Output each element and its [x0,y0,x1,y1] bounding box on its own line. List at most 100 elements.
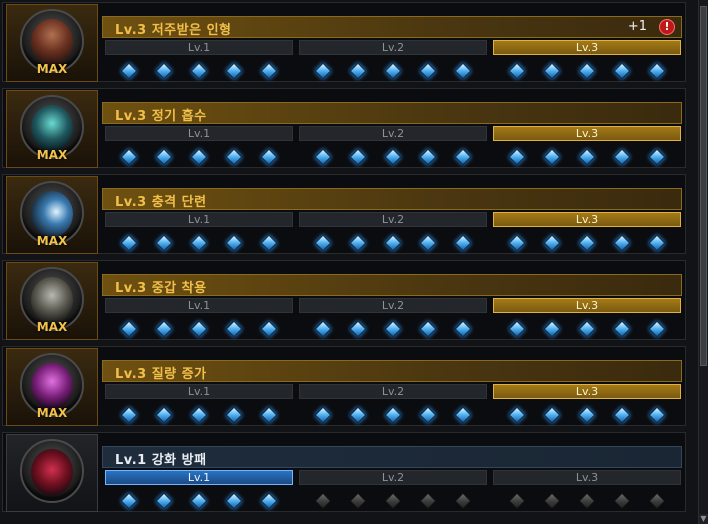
level-column[interactable]: Lv.3 [493,212,681,254]
level-label: Lv.2 [299,126,487,141]
skill-title-bar[interactable]: Lv.3 저주받은 인형 +1! [102,16,682,38]
diamond-gem-icon [155,148,173,166]
skill-row[interactable]: MAX Lv.3 저주받은 인형 +1! Lv.1 Lv.2 Lv.3 [0,0,698,88]
diamond-gem-icon [260,406,278,424]
diamond-gem-icon [613,320,631,338]
diamond-gem-icon [648,320,666,338]
locked-gem-icon [508,492,526,510]
level-label: Lv.1 [105,298,293,313]
diamond-gem-icon [260,320,278,338]
diamond-gem-icon [349,148,367,166]
diamond-gem-icon [419,406,437,424]
diamond-gem-icon [613,234,631,252]
diamond-gem-icon [190,492,208,510]
skill-title-bar[interactable]: Lv.3 정기 흡수 [102,102,682,124]
diamond-gem-icon [578,62,596,80]
diamond-gem-icon [120,320,138,338]
locked-gem-icon [543,492,561,510]
max-badge: MAX [36,62,68,76]
diamond-gem-icon [613,62,631,80]
diamond-gem-icon [155,62,173,80]
scroll-down-arrow-icon[interactable]: ▼ [699,514,708,524]
level-column[interactable]: Lv.3 [493,298,681,340]
skill-title-bar[interactable]: Lv.3 중갑 착용 [102,274,682,296]
skill-icon-frame[interactable]: MAX [6,262,98,340]
locked-gem-icon [314,492,332,510]
diamond-gem-icon [508,320,526,338]
level-column[interactable]: Lv.3 [493,384,681,426]
level-column[interactable]: Lv.2 [299,384,487,426]
reinforced-shield-portrait-icon [31,449,73,495]
skill-title-bar[interactable]: Lv.3 질량 증가 [102,360,682,382]
level-label: Lv.2 [299,212,487,227]
mass-increase-portrait-icon [31,363,73,409]
diamond-gem-icon [120,62,138,80]
alert-icon[interactable]: ! [659,19,675,35]
diamond-gem-icon [384,320,402,338]
diamond-gem-icon [314,148,332,166]
level-column[interactable]: Lv.2 [299,212,487,254]
heavy-armor-portrait-icon [31,277,73,323]
diamond-gem-icon [155,234,173,252]
skill-title: Lv.3 중갑 착용 [115,281,207,296]
diamond-gem-icon [190,320,208,338]
skill-row[interactable]: MAX Lv.3 질량 증가 Lv.1 Lv.2 Lv.3 [0,344,698,432]
skill-row[interactable]: MAX Lv.3 충격 단련 Lv.1 Lv.2 Lv.3 [0,172,698,260]
skill-row[interactable]: MAX Lv.3 정기 흡수 Lv.1 Lv.2 Lv.3 [0,86,698,174]
cursed-doll-portrait-icon [31,19,73,65]
level-label: Lv.1 [105,384,293,399]
locked-gem-icon [384,492,402,510]
skill-icon-frame[interactable]: MAX [6,90,98,168]
diamond-gem-icon [190,62,208,80]
skill-title: Lv.3 저주받은 인형 [115,23,232,38]
locked-gem-icon [349,492,367,510]
diamond-gem-icon [508,234,526,252]
level-label: Lv.2 [299,40,487,55]
diamond-gem-icon [419,320,437,338]
level-column[interactable]: Lv.1 [105,298,293,340]
level-label: Lv.2 [299,384,487,399]
level-column[interactable]: Lv.2 [299,298,487,340]
skill-title-bar[interactable]: Lv.3 충격 단련 [102,188,682,210]
skill-icon-frame[interactable] [6,434,98,512]
diamond-gem-icon [120,148,138,166]
level-column[interactable]: Lv.1 [105,470,293,512]
diamond-gem-icon [120,492,138,510]
diamond-gem-icon [454,148,472,166]
skill-icon-frame[interactable]: MAX [6,348,98,426]
level-column[interactable]: Lv.2 [299,126,487,168]
level-column[interactable]: Lv.3 [493,40,681,82]
diamond-gem-icon [578,234,596,252]
diamond-gem-icon [508,406,526,424]
skill-row[interactable]: Lv.1 강화 방패 Lv.1 Lv.2 Lv.3 [0,430,698,518]
locked-gem-icon [578,492,596,510]
level-column[interactable]: Lv.1 [105,126,293,168]
diamond-gem-icon [578,406,596,424]
level-column[interactable]: Lv.2 [299,40,487,82]
diamond-gem-icon [648,234,666,252]
diamond-gem-icon [543,320,561,338]
diamond-gem-icon [314,234,332,252]
diamond-gem-icon [648,148,666,166]
diamond-gem-icon [314,320,332,338]
level-label: Lv.3 [493,126,681,141]
level-column[interactable]: Lv.1 [105,384,293,426]
diamond-gem-icon [543,406,561,424]
skill-title-bar[interactable]: Lv.1 강화 방패 [102,446,682,468]
level-column[interactable]: Lv.3 [493,470,681,512]
diamond-gem-icon [454,62,472,80]
diamond-gem-icon [384,234,402,252]
skill-icon-frame[interactable]: MAX [6,4,98,82]
skill-row[interactable]: MAX Lv.3 중갑 착용 Lv.1 Lv.2 Lv.3 [0,258,698,346]
level-column[interactable]: Lv.1 [105,212,293,254]
level-label: Lv.1 [105,470,293,485]
max-badge: MAX [36,148,68,162]
level-column[interactable]: Lv.1 [105,40,293,82]
level-column[interactable]: Lv.3 [493,126,681,168]
locked-gem-icon [613,492,631,510]
level-column[interactable]: Lv.2 [299,470,487,512]
level-label: Lv.3 [493,40,681,55]
scrollbar[interactable]: ▼ [698,0,708,524]
scroll-thumb[interactable] [700,6,707,366]
skill-icon-frame[interactable]: MAX [6,176,98,254]
